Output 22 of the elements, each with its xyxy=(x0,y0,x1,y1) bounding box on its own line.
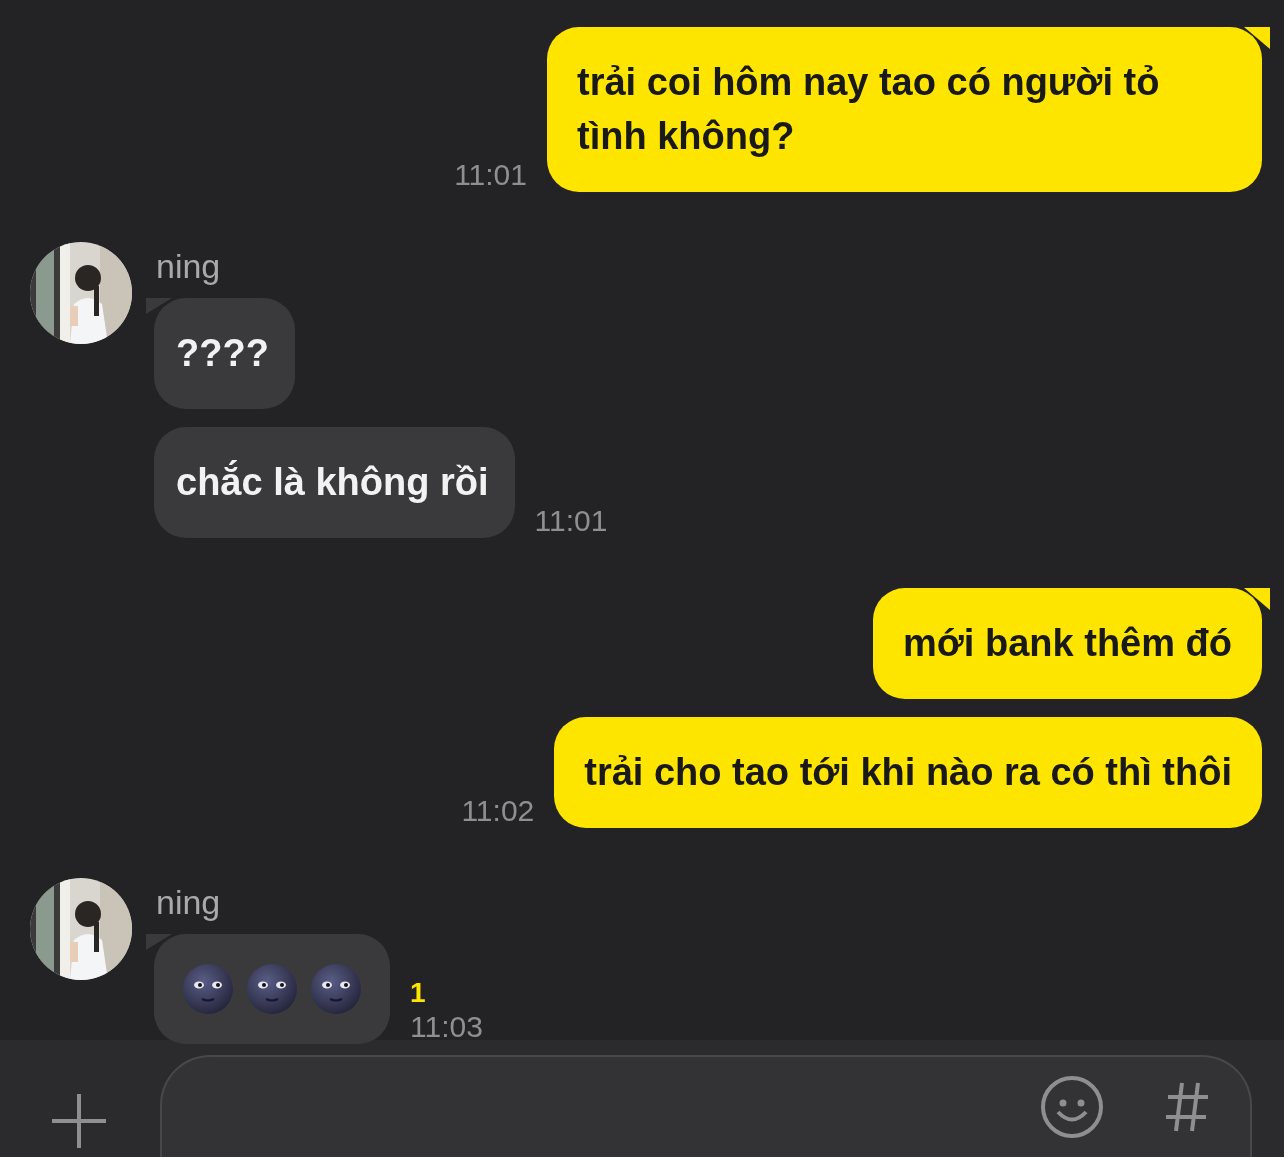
timestamp: 11:02 xyxy=(461,794,535,828)
message-bubble: mới bank thêm đó xyxy=(873,588,1262,699)
sender-name: ning xyxy=(156,882,221,922)
timestamp: 11:01 xyxy=(454,158,527,192)
moon-emoji-icon xyxy=(246,963,298,1015)
moon-emoji-icon xyxy=(182,963,234,1015)
message-bubble: ???? xyxy=(154,298,295,409)
smiley-icon[interactable] xyxy=(1040,1075,1104,1139)
bubble-tail xyxy=(1244,588,1270,610)
message-input-field[interactable] xyxy=(160,1055,1252,1157)
timestamp: 11:03 xyxy=(410,1010,483,1044)
message-bubble: chắc là không rồi xyxy=(154,427,515,538)
bubble-tail xyxy=(146,298,172,314)
bubble-tail xyxy=(146,934,172,950)
sender-name: ning xyxy=(156,246,221,286)
message-bubble: trải coi hôm nay tao có người tỏ tình không? xyxy=(547,27,1262,192)
plus-icon[interactable] xyxy=(50,1092,108,1150)
message-bubble: trải cho tao tới khi nào ra có thì thôi xyxy=(554,717,1262,828)
unread-count: 1 xyxy=(410,976,426,1010)
bubble-tail xyxy=(1244,27,1270,49)
timestamp: 11:01 xyxy=(534,504,608,538)
moon-emoji-icon xyxy=(310,963,362,1015)
